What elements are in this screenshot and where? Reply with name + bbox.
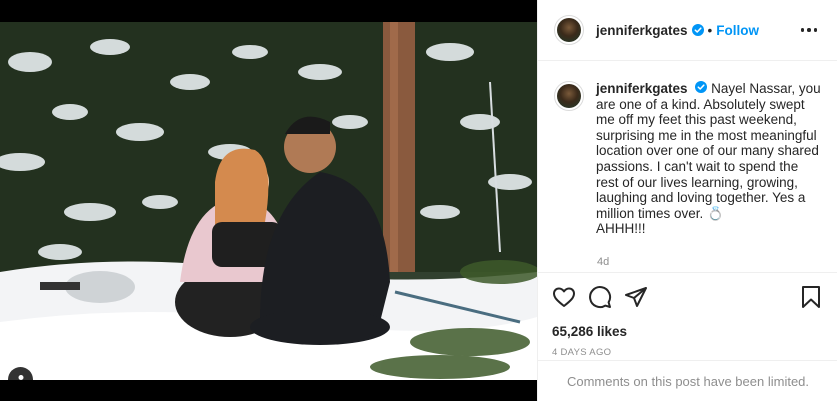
likes-count[interactable]: 65,286 likes [552,324,822,339]
caption-body: jenniferkgates Nayel Nassar, you are one… [596,81,821,237]
header-user-info: jenniferkgates • Follow [596,23,759,38]
verified-badge-icon [695,81,708,93]
verified-badge-icon [691,24,704,36]
letterbox-top [0,0,537,22]
avatar[interactable] [554,15,584,45]
comments-section: jenniferkgates Nayel Nassar, you are one… [538,61,837,272]
comments-limited-notice: Comments on this post have been limited. [538,360,837,401]
share-icon[interactable] [624,285,648,309]
post-dialog: jenniferkgates • Follow jenniferkgates N… [0,0,837,401]
bookmark-icon[interactable] [800,285,822,309]
header-username[interactable]: jenniferkgates [596,23,688,38]
caption-avatar[interactable] [554,81,584,111]
post-header: jenniferkgates • Follow [538,0,837,61]
comment-icon[interactable] [588,285,612,309]
more-options-icon[interactable] [797,24,822,36]
photo-illustration [0,22,537,380]
letterbox-bottom [0,380,537,401]
heart-icon[interactable] [552,285,576,309]
post-photo[interactable] [0,22,537,380]
post-actions: 65,286 likes 4 DAYS AGO [538,272,837,358]
caption-age: 4d [597,256,610,268]
caption-text: Nayel Nassar, you are one of a kind. Abs… [596,81,821,237]
follow-button[interactable]: Follow [716,23,759,38]
caption: jenniferkgates Nayel Nassar, you are one… [554,81,821,237]
separator-dot: • [707,22,713,38]
post-sidebar: jenniferkgates • Follow jenniferkgates N… [537,0,837,401]
action-bar [552,283,822,311]
post-date[interactable]: 4 DAYS AGO [552,347,822,358]
caption-username[interactable]: jenniferkgates [596,81,688,96]
